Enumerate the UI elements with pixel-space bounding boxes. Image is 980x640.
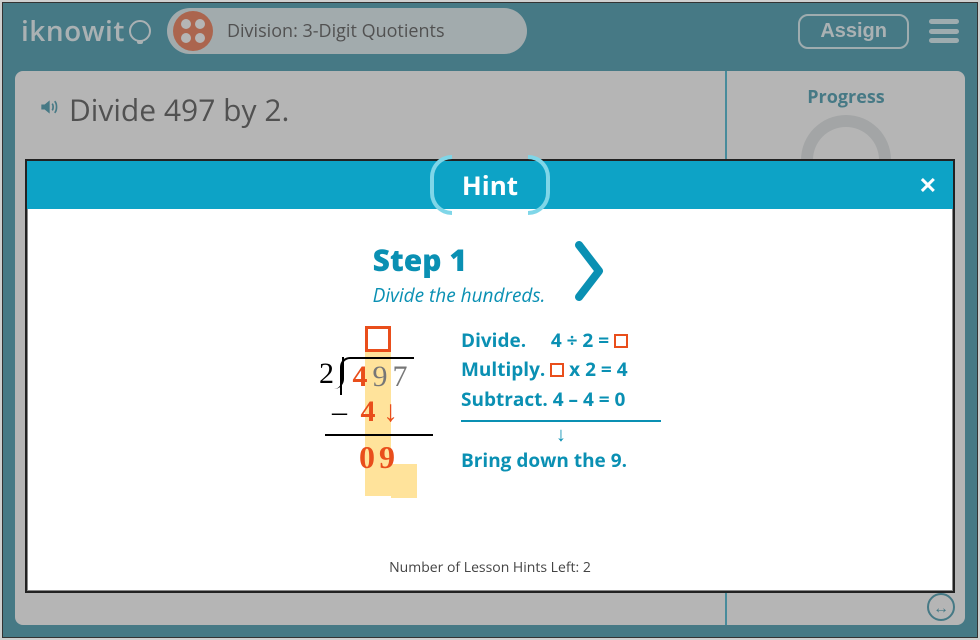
work-row: 2 4 9 7 – 4 ↓ 09 [67, 326, 913, 476]
dividend-digit-1: 9 [370, 359, 390, 395]
dividend-digit-2: 7 [390, 359, 410, 395]
app-window: iknowit Division: 3-Digit Quotients Assi… [2, 2, 978, 638]
long-division: 2 4 9 7 – 4 ↓ 09 [319, 326, 433, 476]
bring-down-arrow-icon: ↓ [461, 424, 661, 444]
hint-title: Hint [448, 167, 532, 203]
subtract-value: 4 [351, 394, 385, 430]
subtract-row: – 4 ↓ [331, 394, 433, 430]
bring-down-text: Bring down the 9. [461, 446, 661, 475]
explain-divide-expr: 4 ÷ 2 = [551, 327, 609, 353]
quotient-box [365, 326, 391, 352]
division-bracket: 4 9 7 [340, 357, 414, 395]
hint-body: Step 1 Divide the hundreds. 2 4 [27, 209, 953, 546]
hint-header: Hint ✕ [27, 161, 953, 209]
explain-divide-label: Divide. [461, 327, 526, 353]
hint-footer: Number of Lesson Hints Left: 2 [27, 546, 953, 591]
explain-column: Divide. 4 ÷ 2 = Multiply. x 2 = 4 Subtra… [461, 326, 661, 476]
dividend-digit-0: 4 [350, 359, 370, 395]
step-subtitle: Divide the hundreds. [373, 282, 546, 308]
down-arrow-icon: ↓ [383, 397, 398, 427]
explain-subtract-label: Subtract. [461, 386, 548, 412]
explain-subtract-expr: 4 – 4 = 0 [553, 386, 626, 412]
answer-box-icon [550, 363, 564, 377]
step-row: Step 1 Divide the hundreds. [67, 239, 913, 308]
close-icon[interactable]: ✕ [919, 170, 937, 200]
next-step-button[interactable] [573, 239, 607, 308]
rule-line [325, 434, 433, 436]
explain-multiply-label: Multiply. [461, 356, 545, 382]
explain-multiply-expr: x 2 = 4 [569, 356, 627, 382]
hint-modal: Hint ✕ Step 1 Divide the hundreds. [25, 159, 955, 593]
step-text: Step 1 Divide the hundreds. [373, 239, 546, 308]
step-number: Step 1 [373, 239, 546, 280]
division-line: 2 4 9 7 [319, 356, 433, 394]
answer-box-icon [614, 334, 628, 348]
result-row: 09 [359, 438, 433, 476]
